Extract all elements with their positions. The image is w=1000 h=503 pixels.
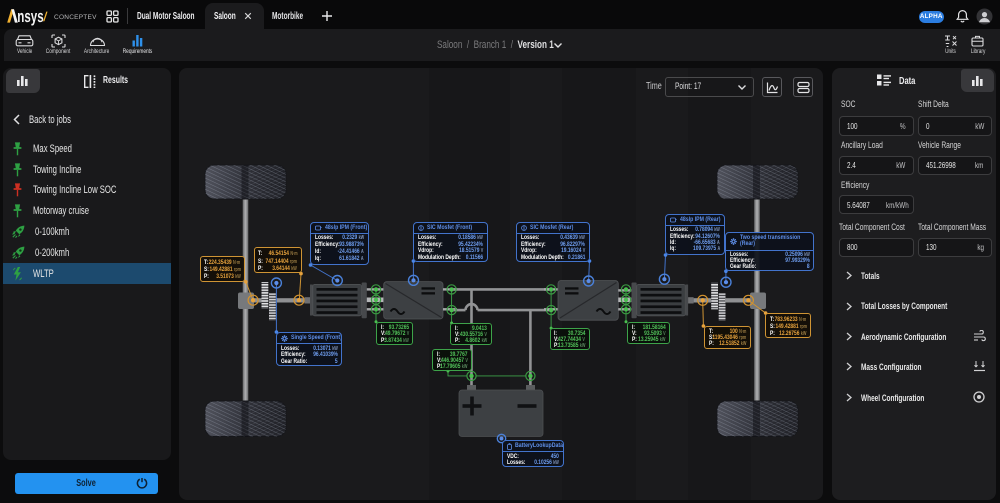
svg-text:/: / — [43, 9, 48, 24]
svg-text:CONCEPTEV: CONCEPTEV — [54, 14, 97, 21]
svg-text:nsys: nsys — [17, 7, 43, 26]
